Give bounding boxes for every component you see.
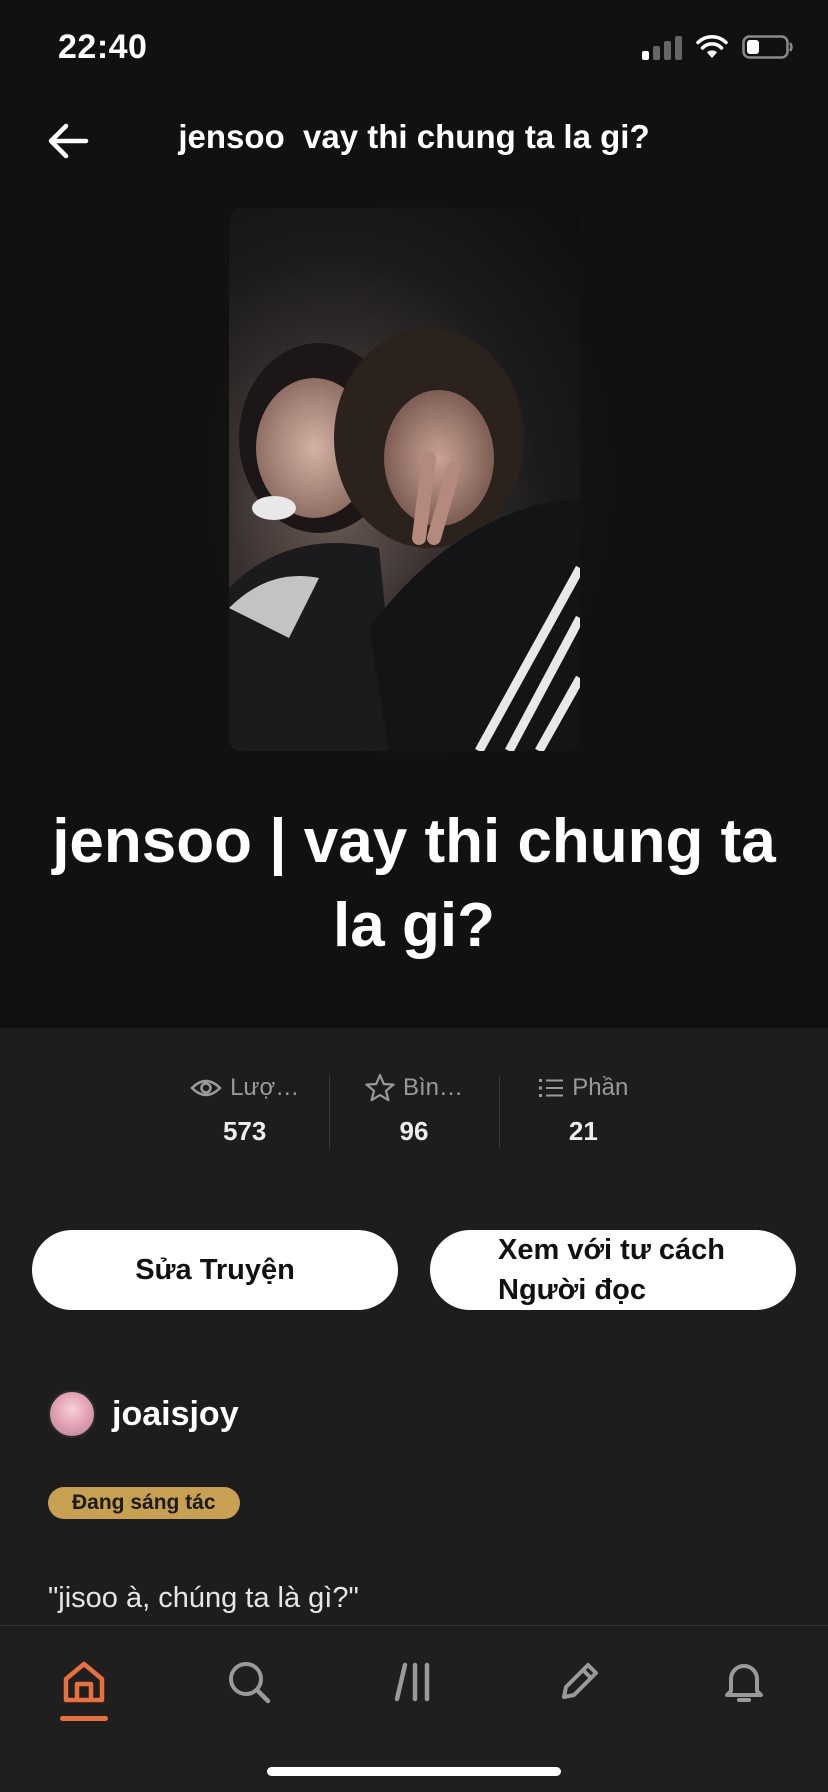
status-bar: 22:40 xyxy=(0,0,828,100)
wifi-icon xyxy=(696,35,728,58)
active-tab-indicator xyxy=(60,1716,108,1721)
stat-value: 21 xyxy=(568,1116,598,1146)
bell-icon xyxy=(725,1664,763,1702)
status-icons xyxy=(642,34,794,60)
author-name[interactable]: joaisjoy xyxy=(112,1395,239,1434)
search-icon xyxy=(229,1662,271,1704)
status-badge: Đang sáng tác xyxy=(48,1487,240,1519)
arrow-left-icon xyxy=(48,123,89,159)
stat-votes: Bìn… 96 xyxy=(329,1070,498,1152)
cover-photo xyxy=(229,328,580,751)
tab-home[interactable] xyxy=(44,1650,124,1714)
tab-library[interactable] xyxy=(374,1650,454,1714)
battery-icon xyxy=(742,35,793,59)
tab-search[interactable] xyxy=(209,1650,289,1714)
list-icon xyxy=(539,1079,564,1097)
stat-parts: Phần 21 xyxy=(498,1070,668,1152)
view-as-reader-label-line2: Người đọc xyxy=(498,1274,646,1306)
home-indicator xyxy=(267,1767,561,1776)
tab-notifications[interactable] xyxy=(704,1650,784,1714)
bottom-tab-bar xyxy=(0,1625,828,1792)
story-stats: Lượ… 573 Bìn… 96 Phần 21 xyxy=(160,1070,668,1152)
avatar[interactable] xyxy=(48,1390,96,1438)
home-icon xyxy=(63,1661,105,1703)
view-as-reader-label-line1: Xem với tư cách xyxy=(498,1234,725,1266)
library-icon xyxy=(394,1662,430,1702)
stat-value: 573 xyxy=(222,1116,267,1146)
author-row[interactable]: joaisjoy xyxy=(48,1390,239,1438)
eye-icon xyxy=(190,1079,222,1097)
stat-label: Phần xyxy=(572,1074,629,1101)
stat-label: Bìn… xyxy=(402,1074,463,1101)
pencil-icon xyxy=(562,1663,598,1699)
edit-story-button[interactable]: Sửa Truyện xyxy=(32,1230,398,1310)
nav-header: jensoo vay thi chung ta la gi? xyxy=(0,100,828,180)
book-title: jensoo | vay thi chung ta la gi? xyxy=(52,807,776,960)
status-time: 22:40 xyxy=(58,28,148,66)
star-icon xyxy=(365,1073,395,1102)
view-as-reader-button[interactable]: Xem với tư cách Người đọc xyxy=(430,1230,796,1310)
signal-icon xyxy=(642,34,682,60)
tab-write[interactable] xyxy=(539,1650,619,1714)
stat-reads: Lượ… 573 xyxy=(160,1070,329,1152)
stat-label: Lượ… xyxy=(230,1074,300,1101)
stat-value: 96 xyxy=(399,1116,429,1146)
story-description: "jisoo à, chúng ta là gì?" xyxy=(48,1582,359,1614)
back-button[interactable] xyxy=(46,118,96,164)
book-cover-image[interactable] xyxy=(229,208,580,751)
header-title: jensoo vay thi chung ta la gi? xyxy=(178,118,650,155)
